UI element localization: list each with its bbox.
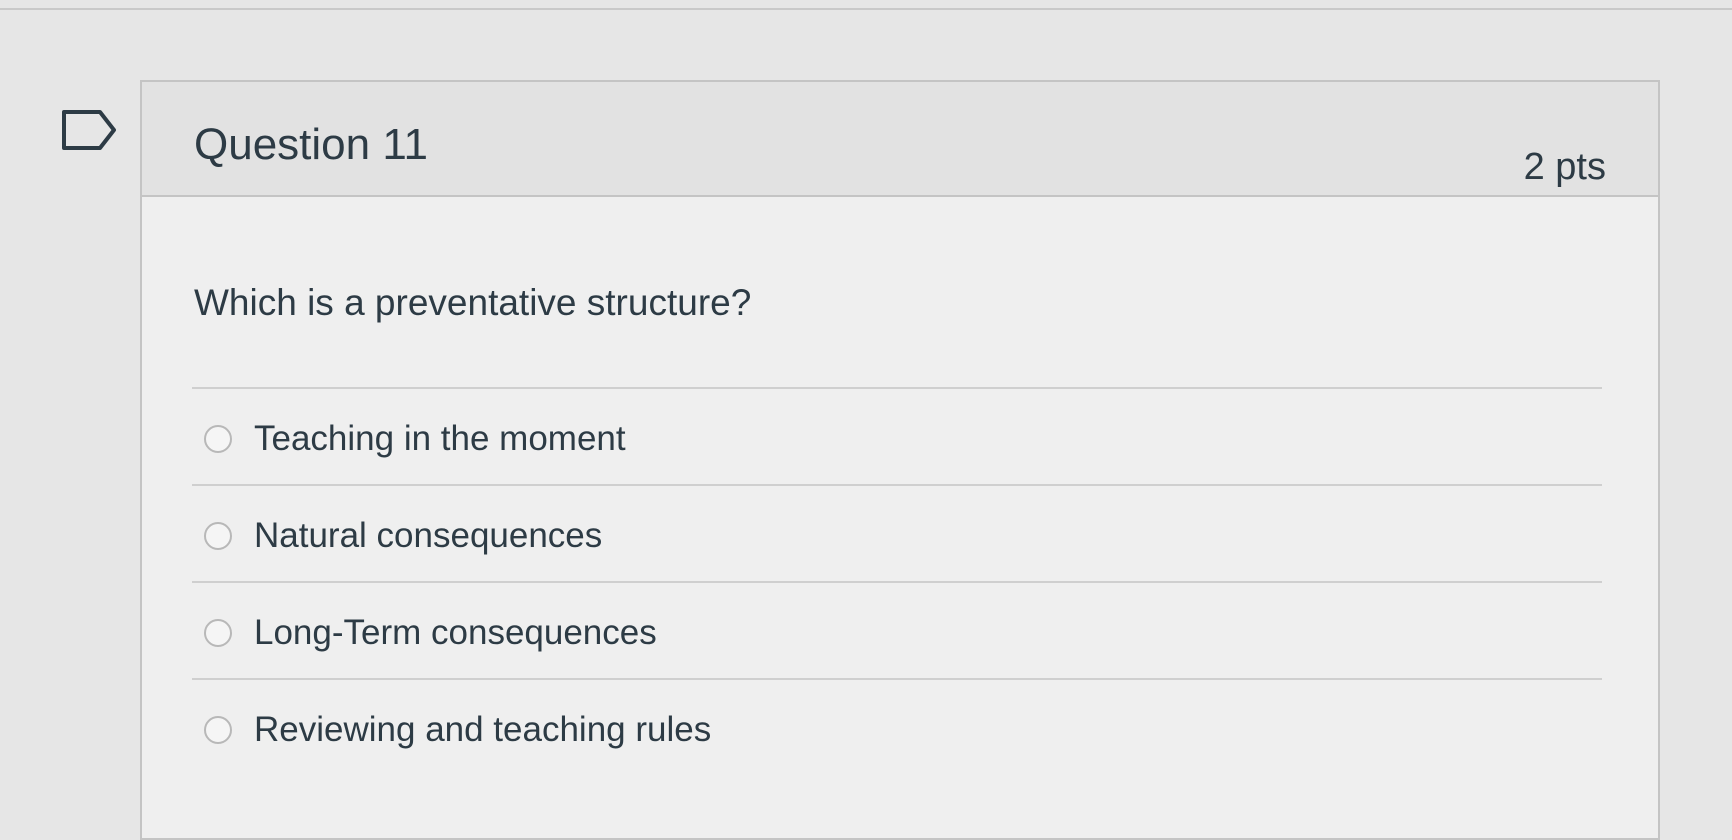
answer-option-3[interactable]: Long-Term consequences: [192, 581, 1602, 678]
question-points: 2 pts: [1523, 146, 1606, 188]
top-divider: [0, 8, 1732, 10]
question-text: Which is a preventative structure?: [194, 282, 752, 323]
question-header: Question 11 2 pts: [142, 82, 1658, 197]
radio-button[interactable]: [204, 619, 232, 647]
radio-button[interactable]: [204, 522, 232, 550]
answer-label[interactable]: Natural consequences: [254, 516, 602, 556]
bookmark-flag-icon[interactable]: [60, 108, 120, 152]
answer-label[interactable]: Long-Term consequences: [254, 613, 657, 653]
radio-button[interactable]: [204, 716, 232, 744]
answer-option-1[interactable]: Teaching in the moment: [192, 387, 1602, 484]
radio-button[interactable]: [204, 425, 232, 453]
question-title: Question 11: [194, 120, 429, 169]
question-card: Question 11 2 pts Which is a preventativ…: [140, 80, 1660, 840]
answer-label[interactable]: Reviewing and teaching rules: [254, 710, 711, 750]
answer-list: Teaching in the moment Natural consequen…: [192, 387, 1602, 775]
answer-option-2[interactable]: Natural consequences: [192, 484, 1602, 581]
answer-option-4[interactable]: Reviewing and teaching rules: [192, 678, 1602, 775]
answer-label[interactable]: Teaching in the moment: [254, 419, 626, 459]
